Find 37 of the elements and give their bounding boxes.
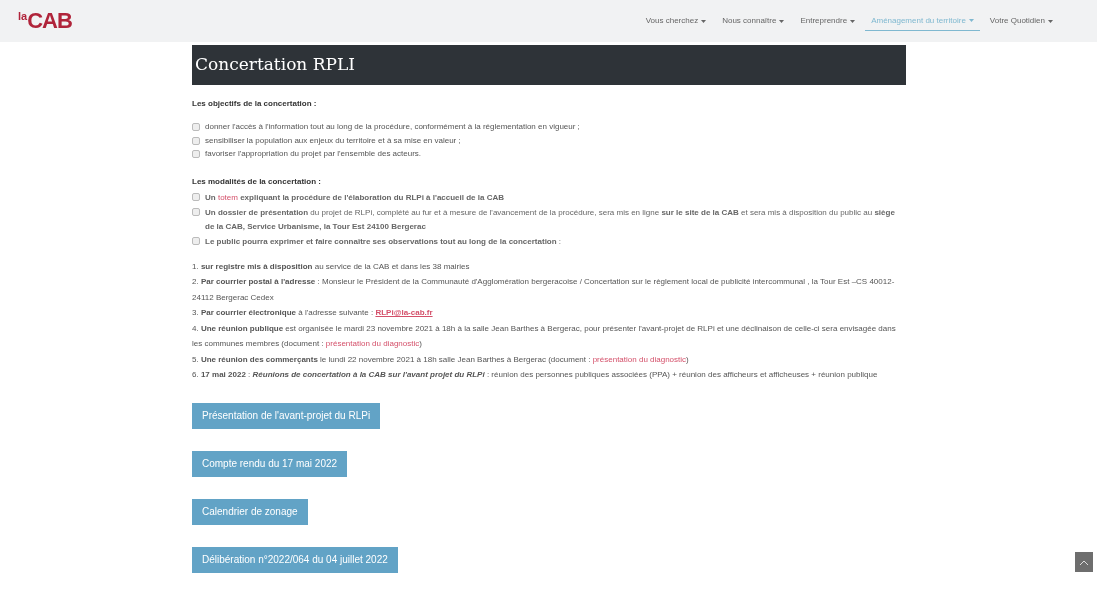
section-heading: Les objectifs de la concertation :: [192, 98, 318, 110]
section-heading: Les modalités de la concertation :: [192, 175, 322, 188]
chevron-up-icon: [1080, 559, 1088, 565]
nav-item[interactable]: Votre Quotidien: [983, 12, 1059, 30]
document-button[interactable]: Délibération n°2022/064 du 04 juillet 2022: [192, 546, 398, 573]
objective-text: sensibiliser la population aux enjeux du territoire et à sa mise en valeur ;: [205, 134, 461, 147]
email-link[interactable]: RLPi@la-cab.fr: [375, 308, 433, 317]
objective-text: donner l'accès à l'information tout au long de la procédure, conformément à la réglementation en vigueur ;: [205, 121, 580, 133]
document-button[interactable]: Calendrier de zonage: [192, 498, 308, 525]
caret-icon: [968, 19, 974, 22]
nav-item[interactable]: Vous cherchez: [639, 12, 713, 30]
scroll-top-button[interactable]: [1075, 552, 1093, 572]
bullet-icon: [192, 136, 200, 145]
bullet-icon: [192, 150, 200, 158]
modality-text: Le public pourra exprimer et faire connaître ses observations tout au long de la concertation :: [205, 235, 562, 248]
document-button[interactable]: Compte rendu du 17 mai 2022: [192, 450, 348, 477]
nav-item[interactable]: Nous connaître: [716, 12, 791, 30]
numbered-paragraph: 1. sur registre mis à disposition au service de la CAB et dans les 38 mairies: [192, 260, 471, 273]
bullet-icon: [192, 207, 200, 216]
page-title: Concertation RPLI: [192, 45, 906, 85]
caret-icon: [701, 19, 707, 23]
modality-text: Un dossier de présentation du projet de RLPi, complété au fur et à mesure de l'avancement de la procédure, sera mis en ligne sur le site de la CAB et sera mis à disposition du public au siège de la CAB, Service Urbanisme, la Tour Est 24100 Bergerac: [205, 206, 896, 233]
numbered-paragraph: 3. Par courrier électronique à l'adresse suivante : RLPi@la-cab.fr: [192, 307, 434, 319]
caret-icon: [850, 19, 856, 23]
bullet-icon: [192, 236, 200, 245]
objective-text: favoriser l'appropriation du projet par l'ensemble des acteurs.: [205, 148, 422, 160]
link[interactable]: totem: [217, 192, 238, 202]
numbered-paragraph: 5. Une réunion des commerçants le lundi 22 novembre 2021 à 18h salle Jean Barthes à Bergerac (document : présentation du diagnostic): [192, 353, 690, 366]
numbered-paragraph: 6. 17 mai 2022 : Réunions de concertation à la CAB sur l'avant projet du RLPi : réunion des personnes publiques associées (PPA) + réunion des afficheurs et afficheuses + réunion publique: [192, 369, 879, 381]
caret-icon: [779, 19, 785, 23]
numbered-paragraph: 4. Une réunion publique est organisée le mardi 23 novembre 2021 à 18h à la salle Jean Barthes à Bergerac, pour présenter l'avant-projet de RLPi et une déclinaison de celle-ci sera envisagée dans les communes membres (document : présentation du diagnostic): [192, 322, 897, 350]
modality-text: Un totem expliquant la procédure de l'élaboration du RLPi à l'accueil de la CAB: [205, 191, 505, 204]
bullet-icon: [192, 192, 200, 201]
caret-icon: [1048, 19, 1053, 23]
nav-item[interactable]: Entreprendre: [794, 12, 862, 30]
bullet-icon: [192, 123, 200, 131]
document-button[interactable]: Présentation de l'avant-projet du RLPi: [192, 402, 381, 429]
